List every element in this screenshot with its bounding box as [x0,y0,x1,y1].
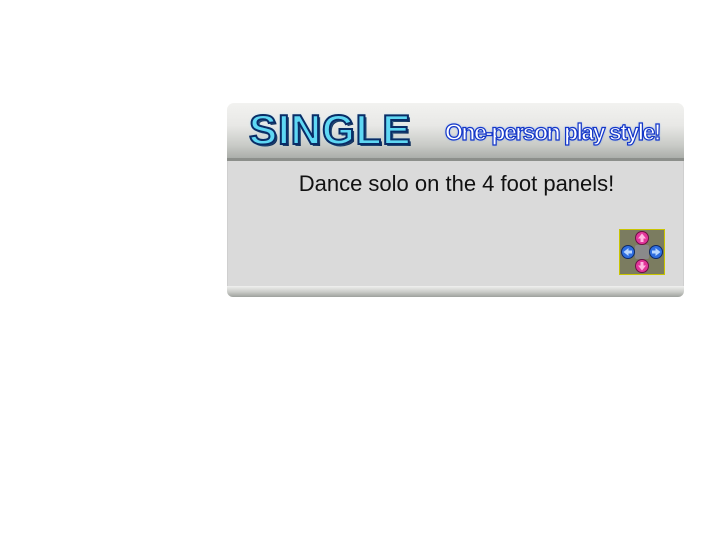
mode-select-panel[interactable]: SINGLE One-person play style! Dance solo… [227,103,684,297]
mode-header: SINGLE One-person play style! [227,103,684,159]
mode-subtitle: One-person play style! [444,118,662,145]
down-arrow-icon [635,259,649,273]
mode-title: SINGLE [248,105,412,154]
panel-footer [227,286,684,297]
left-arrow-icon [621,245,635,259]
dance-pad-icon [619,229,665,275]
up-arrow-icon [635,231,649,245]
mode-description: Dance solo on the 4 foot panels! [298,171,615,196]
mode-body: Dance solo on the 4 foot panels! [227,161,684,286]
pad-center [635,245,649,259]
right-arrow-icon [649,245,663,259]
